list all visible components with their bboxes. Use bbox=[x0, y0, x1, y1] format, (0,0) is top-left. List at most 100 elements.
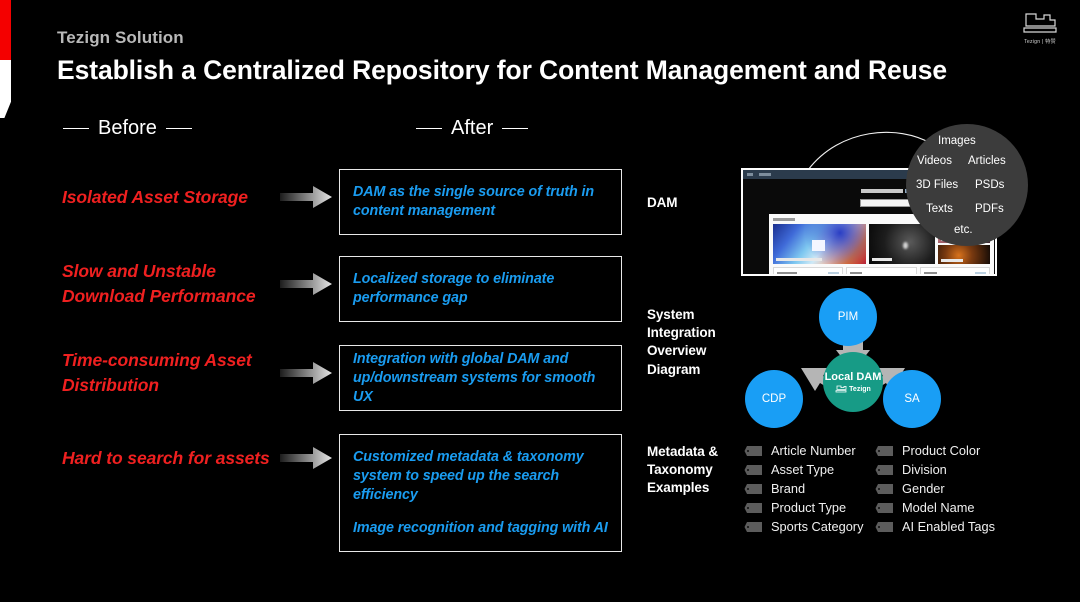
metadata-item: AI Enabled Tags bbox=[875, 519, 1044, 534]
tag-icon bbox=[744, 502, 764, 514]
after-box: DAM as the single source of truth in con… bbox=[339, 169, 622, 235]
tag-icon bbox=[875, 483, 895, 495]
bubble-item-3d-files: 3D Files bbox=[916, 179, 959, 191]
before-column-label: Before bbox=[98, 117, 157, 139]
panel-caption bbox=[773, 218, 795, 221]
diagram-node-cdp: CDP bbox=[745, 370, 803, 428]
before-item: Slow and Unstable Download Performance bbox=[62, 259, 334, 309]
metadata-item-label: Model Name bbox=[902, 500, 975, 515]
arrow-right-icon bbox=[280, 184, 334, 210]
diagram-node-label: CDP bbox=[761, 393, 787, 405]
diagram-logo-text: Tezign bbox=[849, 385, 871, 393]
tag-icon bbox=[744, 521, 764, 533]
before-item-label: Hard to search for assets bbox=[62, 447, 270, 468]
bubble-item-psds: PSDs bbox=[975, 179, 1005, 191]
diagram-node-local-dam: Local DAM Tezign bbox=[823, 352, 883, 412]
tag-icon bbox=[875, 521, 895, 533]
section-label-system-integration: System Integration Overview Diagram bbox=[647, 307, 716, 377]
metadata-item-label: Sports Category bbox=[771, 519, 864, 534]
metadata-item-label: Division bbox=[902, 462, 947, 477]
metadata-item: Sports Category bbox=[744, 519, 869, 534]
asset-meta-cell bbox=[846, 267, 917, 274]
tezign-mark-icon bbox=[835, 385, 847, 393]
bubble-item-pdfs: PDFs bbox=[975, 203, 1004, 215]
metadata-item: Product Color bbox=[875, 443, 1044, 458]
bubble-item-images: Images bbox=[938, 135, 976, 147]
metadata-item: Article Number bbox=[744, 443, 869, 458]
rule-right-icon bbox=[502, 127, 529, 130]
arrow-right-icon bbox=[280, 445, 334, 471]
before-column-header: Before bbox=[63, 117, 192, 140]
metadata-item: Model Name bbox=[875, 500, 1044, 515]
tag-icon bbox=[744, 445, 764, 457]
diagram-node-label: SA bbox=[904, 393, 920, 405]
metadata-item: Asset Type bbox=[744, 462, 869, 477]
diagram-node-label: Local DAM bbox=[824, 371, 882, 383]
after-box-text: Integration with global DAM and up/downs… bbox=[353, 350, 596, 405]
before-item: Isolated Asset Storage bbox=[62, 184, 334, 210]
menu-icon bbox=[747, 173, 753, 176]
diagram-node-sa: SA bbox=[883, 370, 941, 428]
after-column-header: After bbox=[416, 117, 529, 140]
system-integration-diagram: PIM CDP SA Local DAM Tezign bbox=[737, 288, 969, 434]
asset-meta-cell bbox=[919, 267, 990, 274]
metadata-item: Product Type bbox=[744, 500, 869, 515]
metadata-item-label: Product Color bbox=[902, 443, 981, 458]
metadata-item: Brand bbox=[744, 481, 869, 496]
arrow-right-icon bbox=[280, 271, 334, 297]
metadata-item: Division bbox=[875, 462, 1044, 477]
bubble-item-articles: Articles bbox=[968, 155, 1006, 167]
edge-accent-red bbox=[0, 0, 11, 60]
tag-icon bbox=[744, 483, 764, 495]
rule-right-icon bbox=[165, 127, 192, 130]
slide-canvas: Tezign Solution Establish a Centralized … bbox=[0, 0, 1080, 602]
diagram-node-pim: PIM bbox=[819, 288, 877, 346]
diagram-node-logo: Tezign bbox=[835, 385, 871, 393]
metadata-item-label: Product Type bbox=[771, 500, 847, 515]
before-item-label: Isolated Asset Storage bbox=[62, 186, 248, 207]
section-label-metadata: Metadata & Taxonomy Examples bbox=[647, 444, 719, 496]
tezign-mark-icon bbox=[1014, 10, 1066, 36]
after-box: Localized storage to eliminate performan… bbox=[339, 256, 622, 322]
rule-left-icon bbox=[63, 127, 89, 130]
metadata-item: Gender bbox=[875, 481, 1044, 496]
rule-left-icon bbox=[416, 127, 442, 130]
metadata-item-label: Gender bbox=[902, 481, 945, 496]
logo-wordmark: Tezign | 特赞 bbox=[1024, 39, 1056, 45]
after-box-text: DAM as the single source of truth in con… bbox=[353, 184, 595, 219]
after-box-text: Image recognition and tagging with AI bbox=[353, 520, 608, 536]
page-title: Establish a Centralized Repository for C… bbox=[57, 55, 948, 85]
nav-item-icon bbox=[759, 173, 771, 176]
after-box: Integration with global DAM and up/downs… bbox=[339, 345, 622, 411]
tag-icon bbox=[875, 445, 895, 457]
asset-card bbox=[773, 224, 866, 264]
after-box: Customized metadata & taxonomy system to… bbox=[339, 434, 622, 552]
before-item: Hard to search for assets bbox=[62, 445, 334, 471]
bubble-item-etc: etc. bbox=[954, 224, 973, 236]
bubble-item-texts: Texts bbox=[926, 203, 953, 215]
arrow-right-icon bbox=[280, 360, 334, 386]
asset-card bbox=[938, 245, 990, 264]
metadata-examples-grid: Article Number Product Color Asset Type … bbox=[744, 443, 1044, 534]
tag-icon bbox=[875, 464, 895, 476]
asset-meta-row bbox=[773, 267, 990, 274]
after-box-text: Localized storage to eliminate performan… bbox=[353, 271, 555, 306]
section-label-dam: DAM bbox=[647, 195, 678, 210]
eyebrow-label: Tezign Solution bbox=[57, 28, 184, 47]
before-item: Time-consuming Asset Distribution bbox=[62, 348, 334, 398]
bubble-item-videos: Videos bbox=[917, 155, 952, 167]
edge-accent-white bbox=[0, 60, 11, 118]
asset-meta-cell bbox=[773, 267, 844, 274]
diagram-node-label: PIM bbox=[837, 311, 859, 323]
metadata-item-label: AI Enabled Tags bbox=[902, 519, 995, 534]
metadata-item-label: Asset Type bbox=[771, 462, 835, 477]
before-item-label: Slow and Unstable Download Performance bbox=[62, 261, 256, 306]
tag-icon bbox=[875, 502, 895, 514]
after-box-text: Customized metadata & taxonomy system to… bbox=[353, 449, 584, 503]
tag-icon bbox=[744, 464, 764, 476]
tezign-logo: Tezign | 特赞 bbox=[1014, 10, 1066, 45]
after-column-label: After bbox=[451, 117, 494, 139]
metadata-item-label: Article Number bbox=[771, 443, 856, 458]
before-item-label: Time-consuming Asset Distribution bbox=[62, 350, 252, 395]
asset-types-bubble: Images Videos Articles 3D Files PSDs Tex… bbox=[906, 124, 1028, 246]
